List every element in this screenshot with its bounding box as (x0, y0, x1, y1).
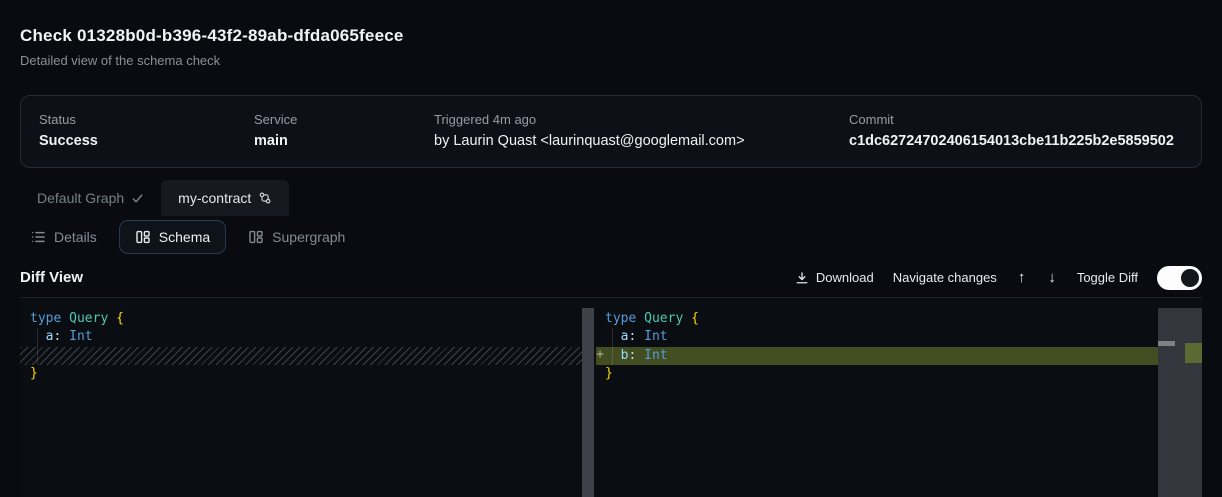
code-line: type Query { (605, 310, 1202, 328)
commit-cell: Commit c1dc62724702406154013cbe11b225b2e… (849, 112, 1183, 151)
page-title: Check 01328b0d-b396-43f2-89ab-dfda065fee… (20, 25, 1202, 47)
indent-guide (612, 328, 613, 365)
previous-change-button[interactable]: ↑ (1016, 269, 1028, 286)
tab-schema[interactable]: Schema (119, 220, 226, 254)
toggle-diff-switch[interactable] (1157, 266, 1202, 290)
triggered-value: by Laurin Quast <laurinquast@googlemail.… (434, 132, 849, 151)
download-button[interactable]: Download (795, 270, 874, 285)
diff-actions: Download Navigate changes ↑ ↓ Toggle Dif… (795, 266, 1202, 290)
code-line: } (605, 365, 1202, 383)
view-tab-bar: Details Schema (20, 216, 1202, 258)
page-header: Check 01328b0d-b396-43f2-89ab-dfda065fee… (20, 0, 1202, 70)
tab-supergraph[interactable]: Supergraph (238, 220, 355, 254)
code-line: } (30, 365, 594, 383)
triggered-label: Triggered 4m ago (434, 112, 849, 128)
tab-default-graph[interactable]: Default Graph (20, 180, 161, 216)
tab-supergraph-label: Supergraph (272, 229, 345, 245)
check-summary-card: Status Success Service main Triggered 4m… (20, 95, 1202, 168)
triggered-cell: Triggered 4m ago by Laurin Quast <laurin… (434, 112, 849, 151)
tab-my-contract[interactable]: my-contract (161, 180, 289, 216)
next-change-button[interactable]: ↓ (1046, 269, 1058, 286)
diff-placeholder-line (20, 347, 594, 365)
code-line: a: Int (30, 328, 594, 346)
tab-details-label: Details (54, 229, 97, 245)
right-scrollbar[interactable] (1158, 308, 1202, 497)
check-icon (131, 192, 144, 205)
commit-label: Commit (849, 112, 1183, 128)
tab-my-contract-label: my-contract (178, 190, 251, 206)
service-label: Service (254, 112, 434, 128)
diff-toolbar: Diff View Download Navigate changes ↑ ↓ … (20, 258, 1202, 298)
service-value: main (254, 132, 434, 151)
indent-guide (37, 328, 38, 365)
diff-view-title: Diff View (20, 269, 83, 286)
toggle-diff-label: Toggle Diff (1077, 270, 1138, 285)
diff-pane-before[interactable]: type Query { a: Int} (20, 298, 594, 497)
download-label: Download (816, 270, 874, 285)
diff-pane-after[interactable]: type Query { a: Int b: Int} (596, 298, 1202, 497)
scrollbar-slider[interactable] (1158, 341, 1175, 346)
status-value: Success (39, 132, 254, 151)
page-subtitle: Detailed view of the schema check (20, 52, 1202, 70)
tab-schema-label: Schema (159, 229, 210, 245)
tab-default-graph-label: Default Graph (37, 190, 124, 206)
navigate-changes-label: Navigate changes (893, 270, 997, 285)
service-cell: Service main (254, 112, 434, 151)
added-line-ruler-marker (1185, 343, 1202, 363)
list-icon (30, 229, 46, 245)
code-line: type Query { (30, 310, 594, 328)
code-line: a: Int (605, 328, 1202, 346)
toggle-knob (1181, 269, 1199, 287)
schema-check-page: Check 01328b0d-b396-43f2-89ab-dfda065fee… (0, 0, 1222, 497)
commit-value: c1dc62724702406154013cbe11b225b2e5859502 (849, 132, 1183, 151)
contract-icon (258, 191, 272, 205)
panels-icon (248, 229, 264, 245)
graph-tab-bar: Default Graph my-contract (20, 180, 1202, 216)
status-label: Status (39, 112, 254, 128)
added-code-line: b: Int (596, 347, 1202, 365)
insert-marker: + (594, 346, 606, 364)
schema-diff-editor: type Query { a: Int} type Query { a: Int… (20, 298, 1202, 497)
left-scrollbar[interactable] (582, 308, 594, 497)
status-cell: Status Success (39, 112, 254, 151)
panels-icon (135, 229, 151, 245)
tab-details[interactable]: Details (20, 220, 107, 254)
download-icon (795, 271, 809, 285)
